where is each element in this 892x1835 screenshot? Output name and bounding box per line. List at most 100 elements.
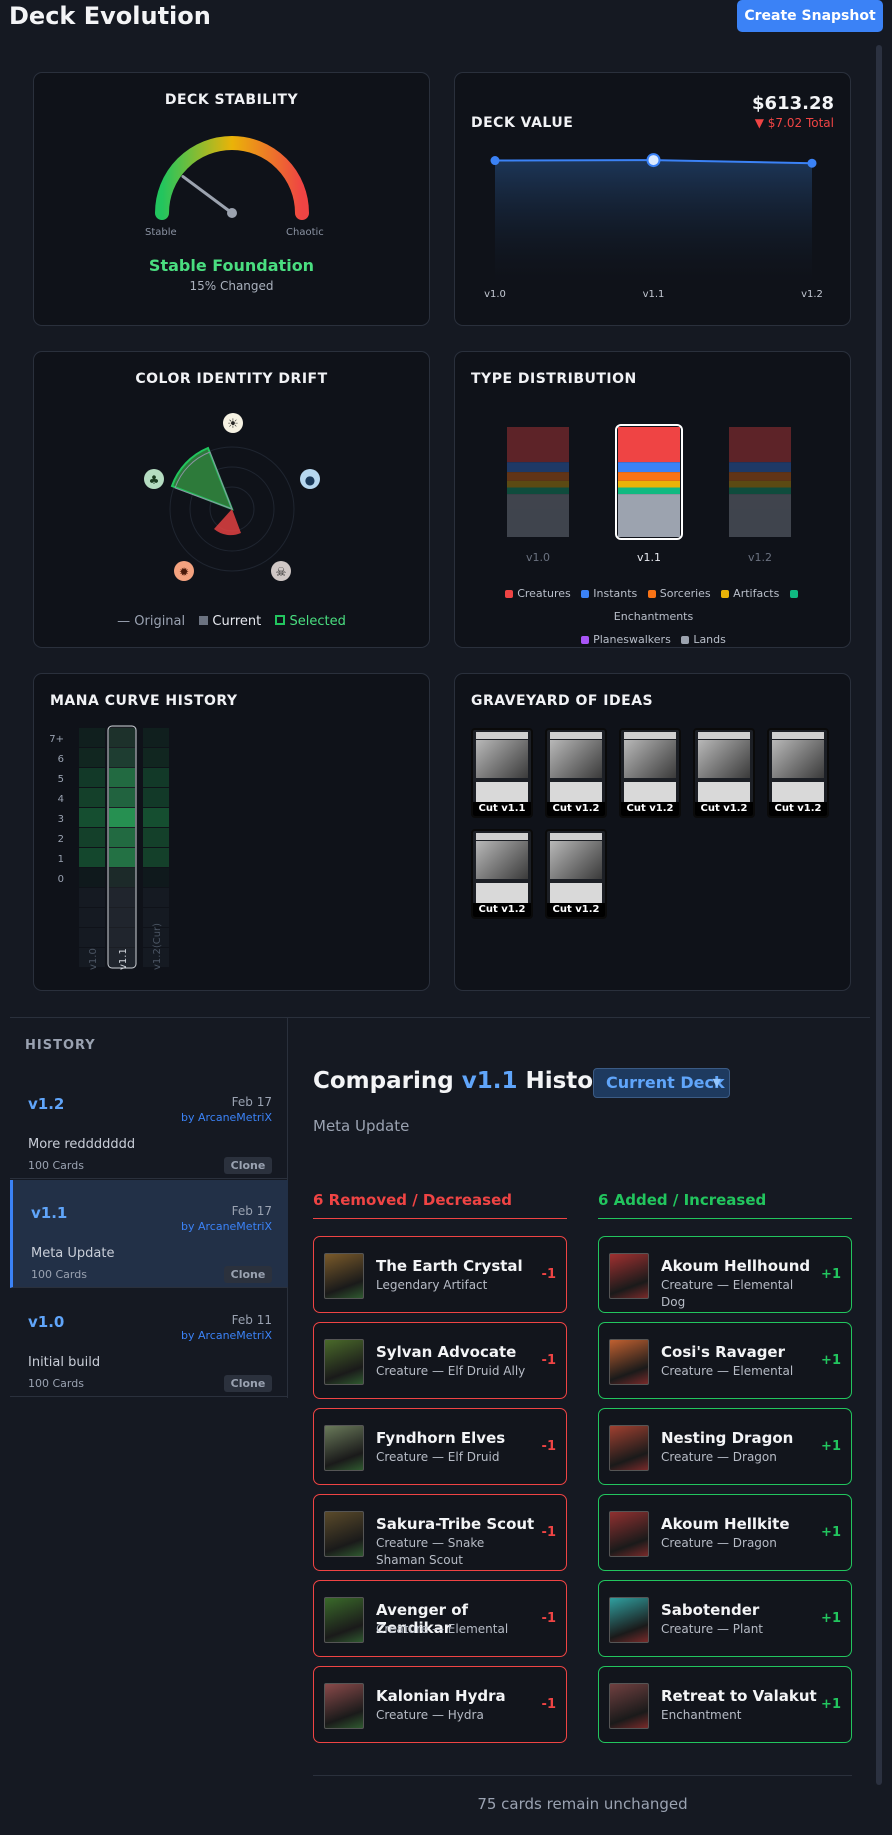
card-delta: +1 [821, 1267, 841, 1282]
value-point-v1.1[interactable] [646, 153, 661, 168]
card-type: Creature — Elf Druid [376, 1450, 500, 1464]
type-segment-enchantments [618, 487, 680, 495]
legend-artifacts: Artifacts [721, 587, 779, 600]
value-x-label: v1.1 [643, 289, 665, 300]
card-thumbnail [609, 1253, 649, 1299]
card-name: The Earth Crystal [376, 1257, 523, 1275]
type-segment-creatures [729, 427, 791, 463]
type-stack-v1.1[interactable] [618, 427, 680, 537]
removed-card-row[interactable]: Avenger of Zendikar Creature — Elemental… [313, 1580, 567, 1657]
color-legend: — Original Current Selected [117, 614, 346, 629]
panel-title: MANA CURVE HISTORY [50, 693, 238, 709]
type-segment-sorceries [618, 472, 680, 481]
graveyard-panel: GRAVEYARD OF IDEAS Cut v1.1 Cut v1.2 Cut… [454, 673, 851, 991]
card-thumbnail [609, 1339, 649, 1385]
card-thumbnail [609, 1425, 649, 1471]
added-card-row[interactable]: Akoum Hellhound Creature — Elemental Dog… [598, 1236, 852, 1313]
graveyard-card[interactable]: Cut v1.2 [545, 829, 607, 919]
added-card-row[interactable]: Akoum Hellkite Creature — Dragon +1 [598, 1494, 852, 1571]
panel-title: GRAVEYARD OF IDEAS [471, 693, 654, 709]
create-snapshot-button[interactable]: Create Snapshot [737, 0, 883, 32]
type-segment-lands [507, 494, 569, 537]
panel-title: TYPE DISTRIBUTION [471, 371, 637, 387]
graveyard-card[interactable]: Cut v1.2 [619, 728, 681, 818]
mana-cell [79, 728, 105, 747]
mana-curve-heatmap[interactable]: 7+ 6 5 4 3 2 1 0 v1.0 v1.1 v1.2(Cur) [34, 724, 234, 984]
legend-original: Original [134, 614, 186, 629]
card-delta: -1 [541, 1353, 556, 1368]
clone-button[interactable]: Clone [224, 1375, 272, 1392]
svg-text:☠: ☠ [276, 565, 287, 579]
added-card-row[interactable]: Nesting Dragon Creature — Dragon +1 [598, 1408, 852, 1485]
card-name: Sylvan Advocate [376, 1343, 517, 1361]
card-type: Creature — Dragon [661, 1450, 777, 1464]
added-card-row[interactable]: Sabotender Creature — Plant +1 [598, 1580, 852, 1657]
clone-button[interactable]: Clone [224, 1266, 272, 1283]
mana-row-label: 6 [58, 754, 64, 765]
type-segment-creatures [618, 427, 680, 463]
history-author[interactable]: by ArcaneMetriX [181, 1329, 272, 1342]
graveyard-card[interactable]: Cut v1.2 [767, 728, 829, 818]
scrollbar[interactable] [876, 45, 882, 1785]
history-item-v1.2[interactable]: v1.2 Feb 17 by ArcaneMetriX More reddddd… [10, 1071, 288, 1179]
type-stack-chart[interactable]: v1.0 v1.1 v1.2 [455, 417, 852, 567]
history-message: Meta Update [31, 1246, 115, 1261]
mana-cell [79, 768, 105, 787]
stability-status: Stable Foundation [148, 256, 315, 275]
removed-card-row[interactable]: Fyndhorn Elves Creature — Elf Druid -1 [313, 1408, 567, 1485]
history-item-v1.0[interactable]: v1.0 Feb 11 by ArcaneMetriX Initial buil… [10, 1289, 288, 1397]
removed-card-row[interactable]: Sylvan Advocate Creature — Elf Druid All… [313, 1322, 567, 1399]
unchanged-divider [313, 1775, 852, 1776]
graveyard-card[interactable]: Cut v1.2 [545, 728, 607, 818]
mana-row-label: 1 [58, 854, 64, 865]
history-author[interactable]: by ArcaneMetriX [181, 1111, 272, 1124]
type-segment-artifacts [729, 480, 791, 488]
card-name: Retreat to Valakut [661, 1687, 817, 1705]
added-card-row[interactable]: Retreat to Valakut Enchantment +1 [598, 1666, 852, 1743]
type-stack-v1.0[interactable] [507, 427, 569, 537]
legend-lands: Lands [681, 633, 726, 646]
card-name: Kalonian Hydra [376, 1687, 506, 1705]
graveyard-card[interactable]: Cut v1.2 [471, 829, 533, 919]
value-line-chart: v1.0 v1.1 v1.2 [484, 153, 823, 300]
deck-stability-panel: DECK STABILITY Stable Chaotic Stable Fou… [33, 72, 430, 326]
graveyard-card[interactable]: Cut v1.2 [693, 728, 755, 818]
added-title: 6 Added / Increased [598, 1191, 767, 1209]
value-point-v1.2[interactable] [807, 158, 817, 168]
history-message: More reddddddd [28, 1137, 136, 1152]
current-green-wedge [170, 446, 234, 511]
card-type: Enchantment [661, 1708, 742, 1722]
compare-target-select[interactable]: Current Deck ▼ [593, 1068, 730, 1098]
mana-filler [79, 928, 105, 947]
clone-button[interactable]: Clone [224, 1157, 272, 1174]
value-point-v1.0[interactable] [490, 156, 500, 166]
added-card-row[interactable]: Cosi's Ravager Creature — Elemental +1 [598, 1322, 852, 1399]
card-type: Creature — Dragon [661, 1536, 777, 1550]
history-author[interactable]: by ArcaneMetriX [181, 1220, 272, 1233]
history-item-v1.1[interactable]: v1.1 Feb 17 by ArcaneMetriX Meta Update … [10, 1180, 288, 1288]
removed-card-row[interactable]: The Earth Crystal Legendary Artifact -1 [313, 1236, 567, 1313]
card-delta: +1 [821, 1697, 841, 1712]
removed-card-row[interactable]: Kalonian Hydra Creature — Hydra -1 [313, 1666, 567, 1743]
type-stack-v1.2[interactable] [729, 427, 791, 537]
enchantments-swatch [789, 590, 798, 598]
type-segment-lands [729, 494, 791, 537]
graveyard-card[interactable]: Cut v1.1 [471, 728, 533, 818]
artifacts-swatch [721, 590, 730, 598]
card-name: Cosi's Ravager [661, 1343, 786, 1361]
removed-title: 6 Removed / Decreased [313, 1191, 512, 1209]
type-segment-artifacts [618, 480, 680, 488]
type-stack-label: v1.1 [637, 551, 661, 564]
legend-creatures: Creatures [505, 587, 571, 600]
mana-cell [79, 828, 105, 847]
card-type: Creature — Elemental [661, 1364, 794, 1378]
type-segment-enchantments [729, 487, 791, 495]
gauge-needle [181, 175, 234, 215]
card-name: Fyndhorn Elves [376, 1429, 506, 1447]
removed-card-row[interactable]: Sakura-Tribe Scout Creature — Snake Sham… [313, 1494, 567, 1571]
mana-cell [79, 748, 105, 767]
stability-changed: 15% Changed [189, 279, 274, 293]
legend-instants: Instants [581, 587, 637, 600]
type-segment-creatures [507, 427, 569, 463]
panel-title: COLOR IDENTITY DRIFT [135, 371, 328, 387]
